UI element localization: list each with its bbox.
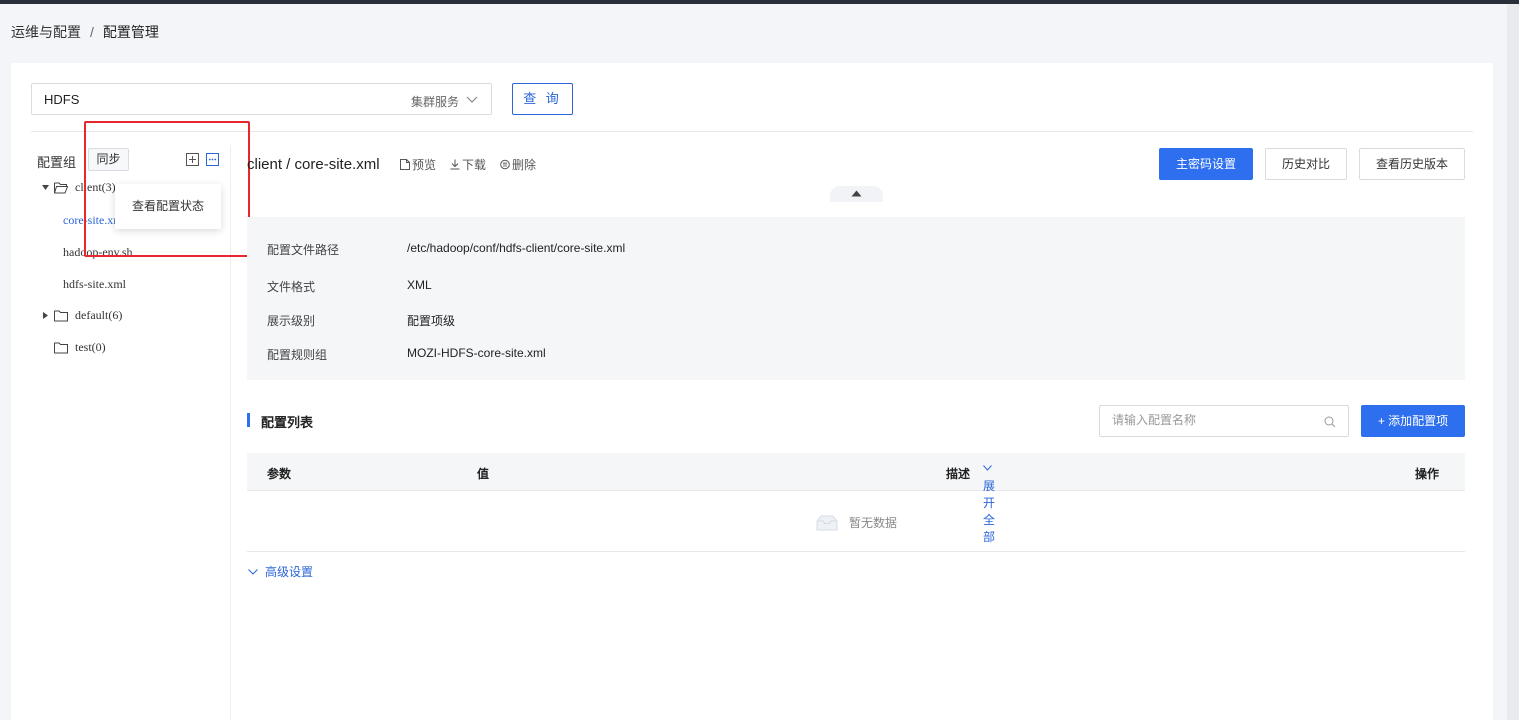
- tree-file-label: hadoop-env.sh: [63, 245, 133, 259]
- breadcrumb-separator: /: [90, 24, 94, 40]
- history-compare-button[interactable]: 历史对比: [1265, 148, 1347, 180]
- column-param: 参数: [267, 467, 292, 481]
- more-icon[interactable]: [206, 153, 219, 166]
- breadcrumb-current: 配置管理: [102, 24, 159, 40]
- delete-action[interactable]: 删除: [500, 156, 536, 173]
- view-history-button[interactable]: 查看历史版本: [1359, 148, 1465, 180]
- column-desc: 描述: [946, 467, 971, 481]
- tree-folder-test[interactable]: test(0): [54, 340, 106, 355]
- tree-folder-default[interactable]: default(6): [41, 308, 122, 323]
- sync-button[interactable]: 同步: [88, 148, 129, 171]
- caret-right-icon: [43, 312, 48, 319]
- caret-down-icon: [42, 185, 49, 190]
- query-button[interactable]: 查 询: [512, 83, 573, 115]
- file-actions: 预览 下载 删除: [400, 156, 536, 173]
- file-title: client / core-site.xml: [247, 156, 380, 173]
- breadcrumb: 运维与配置 / 配置管理: [11, 22, 159, 42]
- preview-label: 预览: [412, 158, 437, 172]
- file-icon: [400, 159, 410, 170]
- file-info-panel: 配置文件路径 /etc/hadoop/conf/hdfs-client/core…: [247, 217, 1465, 380]
- download-label: 下载: [462, 158, 487, 172]
- info-row-format: 文件格式 XML: [267, 278, 432, 295]
- config-list-title: 配置列表: [247, 412, 313, 431]
- master-key-button[interactable]: 主密码设置: [1159, 148, 1253, 180]
- tree-folder-label: test(0): [75, 340, 106, 354]
- info-value: 配置项级: [407, 314, 456, 328]
- expand-all-link[interactable]: 展开全部: [983, 465, 995, 544]
- folder-open-icon: [54, 182, 68, 193]
- advanced-settings-toggle[interactable]: 高级设置: [248, 563, 313, 580]
- add-config-button[interactable]: + 添加配置项: [1361, 405, 1465, 437]
- download-action[interactable]: 下载: [450, 156, 486, 173]
- sidebar-divider: [230, 145, 231, 720]
- advanced-settings-label: 高级设置: [265, 565, 314, 579]
- column-value: 值: [477, 467, 490, 481]
- breadcrumb-parent[interactable]: 运维与配置: [11, 24, 81, 40]
- empty-text: 暂无数据: [849, 516, 898, 530]
- config-search-input[interactable]: [1112, 413, 1312, 427]
- tree-folder-label: client(3): [75, 180, 116, 194]
- chevron-down-icon: [466, 96, 478, 103]
- column-ops: 操作: [1415, 467, 1440, 481]
- empty-box-icon: [816, 515, 838, 530]
- tree-folder-client[interactable]: client(3): [41, 180, 116, 195]
- info-label: 配置规则组: [267, 348, 328, 362]
- config-search[interactable]: [1099, 405, 1349, 437]
- info-row-rule-group: 配置规则组 MOZI-HDFS-core-site.xml: [267, 346, 546, 363]
- service-select-tag: 集群服务: [410, 95, 459, 109]
- main-card: HDFS 集群服务 查 询 配置组 同步 client(3) core-site…: [11, 63, 1493, 720]
- preview-action[interactable]: 预览: [400, 156, 436, 173]
- download-icon: [450, 159, 460, 170]
- info-label: 文件格式: [267, 280, 316, 294]
- folder-icon: [54, 310, 68, 321]
- caret-up-icon: [851, 190, 862, 197]
- collapse-toggle[interactable]: [830, 186, 883, 202]
- add-square-icon[interactable]: [186, 153, 199, 166]
- tree-file-hadoop-env[interactable]: hadoop-env.sh: [63, 245, 133, 260]
- info-label: 展示级别: [267, 314, 316, 328]
- search-icon[interactable]: [1324, 416, 1336, 428]
- chevron-down-icon: [248, 568, 258, 575]
- empty-state: 暂无数据: [247, 492, 1465, 552]
- folder-icon: [54, 342, 68, 353]
- info-row-level: 展示级别 配置项级: [267, 312, 455, 329]
- divider: [31, 131, 1473, 132]
- chevron-down-icon: [983, 465, 992, 471]
- scrollbar[interactable]: [1507, 4, 1519, 720]
- tree-file-hdfs-site[interactable]: hdfs-site.xml: [63, 277, 126, 292]
- config-group-label: 配置组: [37, 155, 77, 170]
- delete-icon: [500, 159, 510, 170]
- service-select[interactable]: HDFS 集群服务: [31, 83, 492, 115]
- top-bar: [0, 0, 1519, 4]
- info-value: XML: [407, 278, 432, 292]
- info-value: /etc/hadoop/conf/hdfs-client/core-site.x…: [407, 241, 626, 255]
- service-select-value: HDFS: [44, 92, 80, 107]
- dropdown-menu: 查看配置状态: [115, 184, 221, 229]
- info-label: 配置文件路径: [267, 243, 340, 257]
- view-config-status-item[interactable]: 查看配置状态: [132, 199, 204, 213]
- delete-label: 删除: [512, 158, 537, 172]
- table-header: 参数 值 描述 展开全部 操作: [247, 453, 1465, 544]
- tree-folder-label: default(6): [75, 308, 123, 322]
- info-row-path: 配置文件路径 /etc/hadoop/conf/hdfs-client/core…: [267, 241, 625, 258]
- tree-file-label: hdfs-site.xml: [63, 277, 126, 291]
- info-value: MOZI-HDFS-core-site.xml: [407, 346, 546, 360]
